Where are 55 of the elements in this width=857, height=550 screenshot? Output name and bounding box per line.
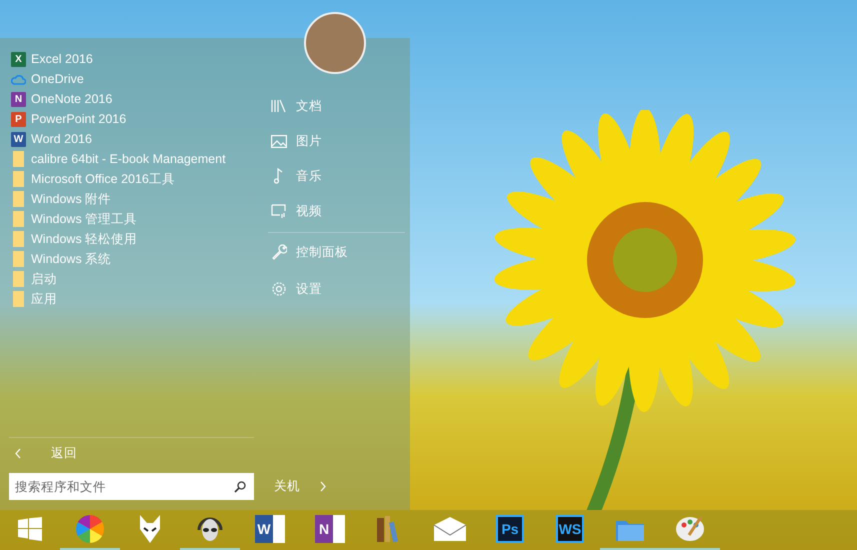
library-icon bbox=[271, 99, 287, 113]
shutdown-button[interactable]: 关机 bbox=[268, 473, 405, 500]
taskbar-button[interactable]: Ps bbox=[480, 510, 540, 550]
program-item[interactable]: Windows 轻松使用 bbox=[11, 229, 265, 249]
place-item[interactable]: 文档 bbox=[268, 88, 405, 123]
place-item[interactable]: 图片 bbox=[268, 123, 405, 158]
back-button[interactable]: 返回 bbox=[11, 438, 265, 468]
mail-icon[interactable] bbox=[434, 517, 466, 541]
taskbar-button[interactable]: W bbox=[240, 510, 300, 550]
app-icon: W bbox=[11, 132, 26, 146]
music-note-icon bbox=[274, 168, 284, 184]
folder-icon bbox=[13, 191, 24, 207]
video-icon bbox=[271, 204, 287, 218]
folder-icon bbox=[13, 271, 24, 287]
program-item[interactable]: calibre 64bit - E-book Management bbox=[11, 149, 265, 169]
document-app-icon[interactable]: W bbox=[255, 515, 285, 543]
fox-head-icon[interactable] bbox=[138, 515, 162, 543]
folder-icon bbox=[13, 211, 24, 227]
settings-icon bbox=[271, 281, 287, 297]
place-item[interactable]: 音乐 bbox=[268, 158, 405, 193]
program-item[interactable]: OneDrive bbox=[11, 69, 265, 89]
taskbar-button[interactable]: N bbox=[300, 510, 360, 550]
program-item[interactable]: Windows 管理工具 bbox=[11, 209, 265, 229]
document-app-icon[interactable]: N bbox=[315, 515, 345, 543]
search-icon bbox=[234, 481, 246, 493]
app-icon: N bbox=[11, 92, 26, 106]
folder-icon bbox=[13, 291, 24, 307]
program-item[interactable]: X Excel 2016 bbox=[11, 49, 265, 69]
program-item[interactable]: W Word 2016 bbox=[11, 129, 265, 149]
program-item[interactable]: Windows 系统 bbox=[11, 249, 265, 269]
program-item[interactable]: 启动 bbox=[11, 269, 265, 289]
app-tile-icon[interactable]: WS bbox=[556, 515, 584, 543]
program-item[interactable]: 应用 bbox=[11, 289, 265, 309]
folder-icon bbox=[13, 151, 24, 167]
place-item[interactable]: 设置 bbox=[268, 271, 405, 306]
program-item[interactable]: Microsoft Office 2016工具 bbox=[11, 169, 265, 189]
picture-icon bbox=[271, 134, 287, 148]
program-item[interactable]: N OneNote 2016 bbox=[11, 89, 265, 109]
taskbar-button[interactable]: WS bbox=[540, 510, 600, 550]
program-item[interactable]: Windows 附件 bbox=[11, 189, 265, 209]
search-field[interactable]: 搜索程序和文件 bbox=[9, 473, 254, 500]
pinwheel-icon[interactable] bbox=[75, 514, 105, 544]
paint-palette-icon[interactable] bbox=[675, 515, 705, 543]
wrench-icon bbox=[271, 244, 287, 260]
windows-logo-icon[interactable] bbox=[18, 517, 42, 541]
app-tile-icon[interactable]: Ps bbox=[496, 515, 524, 543]
folder-icon bbox=[13, 171, 24, 187]
place-item[interactable]: 视频 bbox=[268, 193, 405, 228]
folder-icon bbox=[13, 251, 24, 267]
app-icon: P bbox=[11, 112, 26, 126]
place-item[interactable]: 控制面板 bbox=[268, 232, 405, 271]
program-item[interactable]: P PowerPoint 2016 bbox=[11, 109, 265, 129]
chevron-right-icon bbox=[320, 481, 326, 492]
folder-icon bbox=[13, 231, 24, 247]
app-icon: X bbox=[11, 52, 26, 66]
